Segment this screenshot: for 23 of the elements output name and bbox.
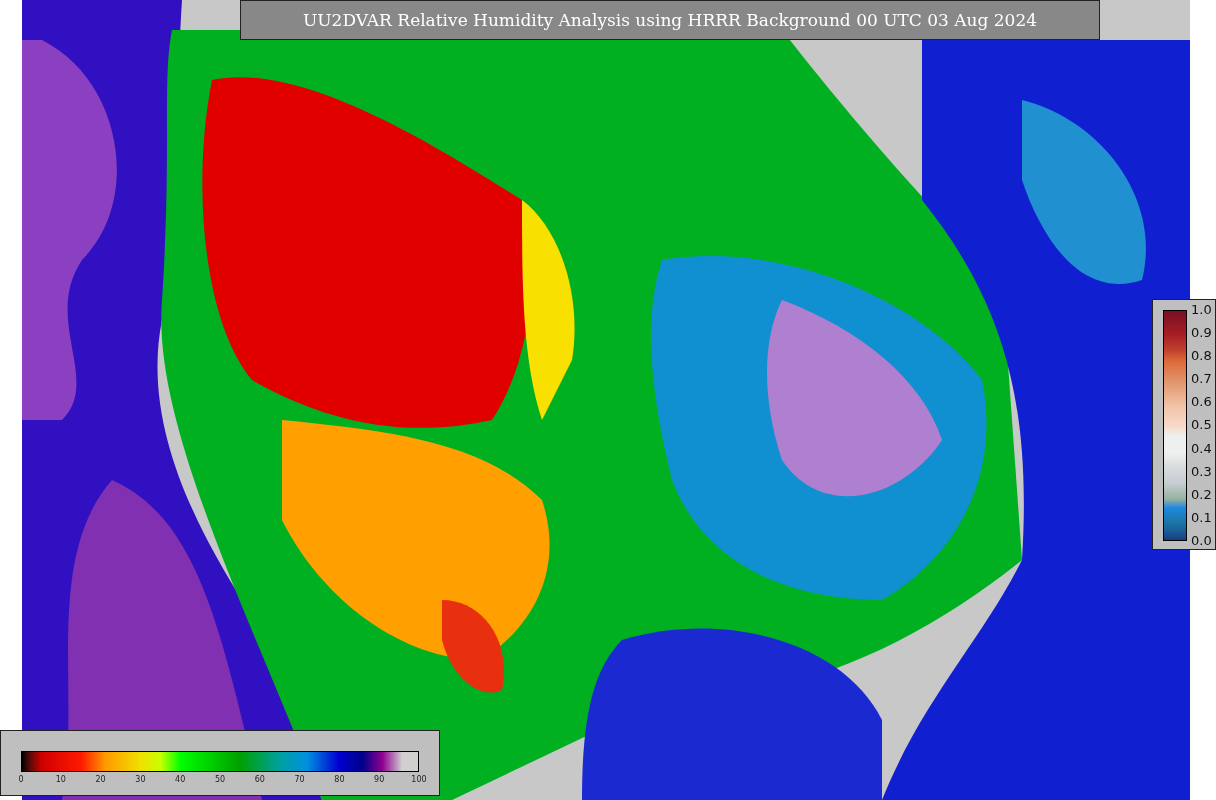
colorbar-tick-label: 20 xyxy=(95,775,106,784)
colorbar-tick-label: 0.1 xyxy=(1191,508,1212,527)
colorbar-tick-label: 50 xyxy=(214,775,226,784)
colorbar-tick-label: 30 xyxy=(135,775,146,784)
colorbar-tick-label: 0.3 xyxy=(1191,462,1212,481)
colorbar-tick-label: 0.5 xyxy=(1191,416,1212,435)
colorbar-tick-label: 0.9 xyxy=(1191,324,1212,343)
colorbar-tick-label: 40 xyxy=(175,775,186,784)
chart-title: UU2DVAR Relative Humidity Analysis using HRRR Background 00 UTC 03 Aug 2024 xyxy=(240,0,1100,40)
colorbar-tick-label: 10 xyxy=(55,775,66,784)
colorbar-tick-label: 0.0 xyxy=(1191,531,1212,550)
colorbar-tick-label: 70 xyxy=(294,775,305,784)
colorbar-tick-label: 0.4 xyxy=(1191,439,1212,458)
colorbar-tick-label: 0.2 xyxy=(1191,485,1212,504)
colorbar-tick-label: 80 xyxy=(334,775,345,784)
colorbar-tick-label: 100 xyxy=(411,775,427,784)
colorbar-tick-label: 0.8 xyxy=(1191,347,1212,366)
colorbar-tick-label: 90 xyxy=(374,775,385,784)
colorbar-tick-label: 0.6 xyxy=(1191,393,1212,412)
colorbar-tick-label: 60 xyxy=(254,775,265,784)
colorbar-tick-label: 1.0 xyxy=(1191,301,1212,319)
colorbar-tick-label: 0 xyxy=(18,775,24,784)
colorbar-tick-label: 0.7 xyxy=(1191,370,1212,389)
